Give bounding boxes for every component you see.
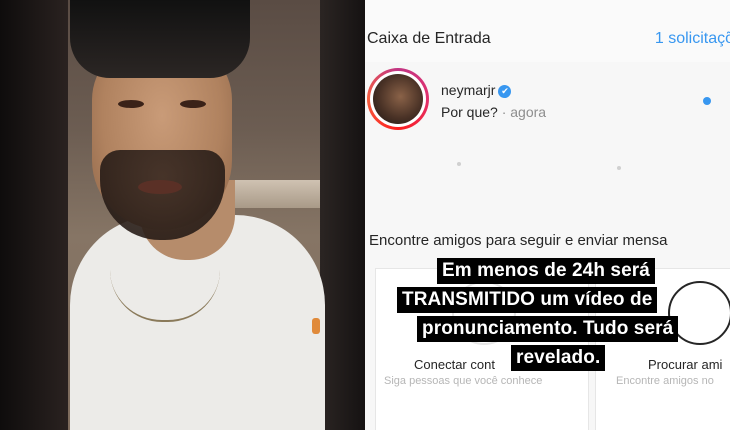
suggestions-title: Encontre amigos para seguir e enviar men… bbox=[369, 232, 668, 249]
avatar-photo bbox=[373, 74, 423, 124]
caption-line: revelado. bbox=[511, 345, 606, 371]
thread-username-row: neymarjr ✔ bbox=[441, 82, 512, 98]
video-background-right bbox=[320, 0, 365, 430]
caption-line: Em menos de 24h será bbox=[437, 258, 655, 284]
message-requests-link[interactable]: 1 solicitaçõ bbox=[655, 30, 730, 48]
thread-preview-row: Por que? · agora bbox=[441, 104, 546, 120]
avatar-ring-inner bbox=[370, 71, 426, 127]
inbox-header: Caixa de Entrada 1 solicitaçõ bbox=[365, 0, 730, 62]
speck bbox=[617, 166, 621, 170]
person-eye-right bbox=[180, 100, 206, 108]
card-label[interactable]: Procurar ami bbox=[648, 357, 722, 372]
inbox-title: Caixa de Entrada bbox=[367, 30, 491, 47]
person-eye-left bbox=[118, 100, 144, 108]
thread-username: neymarjr bbox=[441, 82, 496, 98]
person-mouth bbox=[138, 180, 182, 194]
thread-message-preview: Por que? bbox=[441, 104, 498, 120]
background-object bbox=[312, 318, 320, 334]
caption-line: pronunciamento. Tudo será bbox=[417, 316, 679, 342]
speck bbox=[457, 162, 461, 166]
unread-indicator-icon bbox=[703, 97, 711, 105]
video-background-left bbox=[0, 0, 68, 430]
card-subtitle: Encontre amigos no bbox=[616, 375, 714, 387]
conversation-thread[interactable]: neymarjr ✔ Por que? · agora bbox=[365, 66, 730, 136]
thread-timestamp: · agora bbox=[501, 104, 547, 120]
video-frame bbox=[0, 0, 365, 430]
avatar[interactable] bbox=[367, 68, 429, 130]
card-subtitle: Siga pessoas que você conhece bbox=[384, 375, 543, 387]
card-label[interactable]: Conectar cont bbox=[414, 357, 495, 372]
verified-badge-icon: ✔ bbox=[498, 85, 512, 98]
caption-line: TRANSMITIDO um vídeo de bbox=[397, 287, 658, 313]
person-cap bbox=[70, 0, 250, 78]
